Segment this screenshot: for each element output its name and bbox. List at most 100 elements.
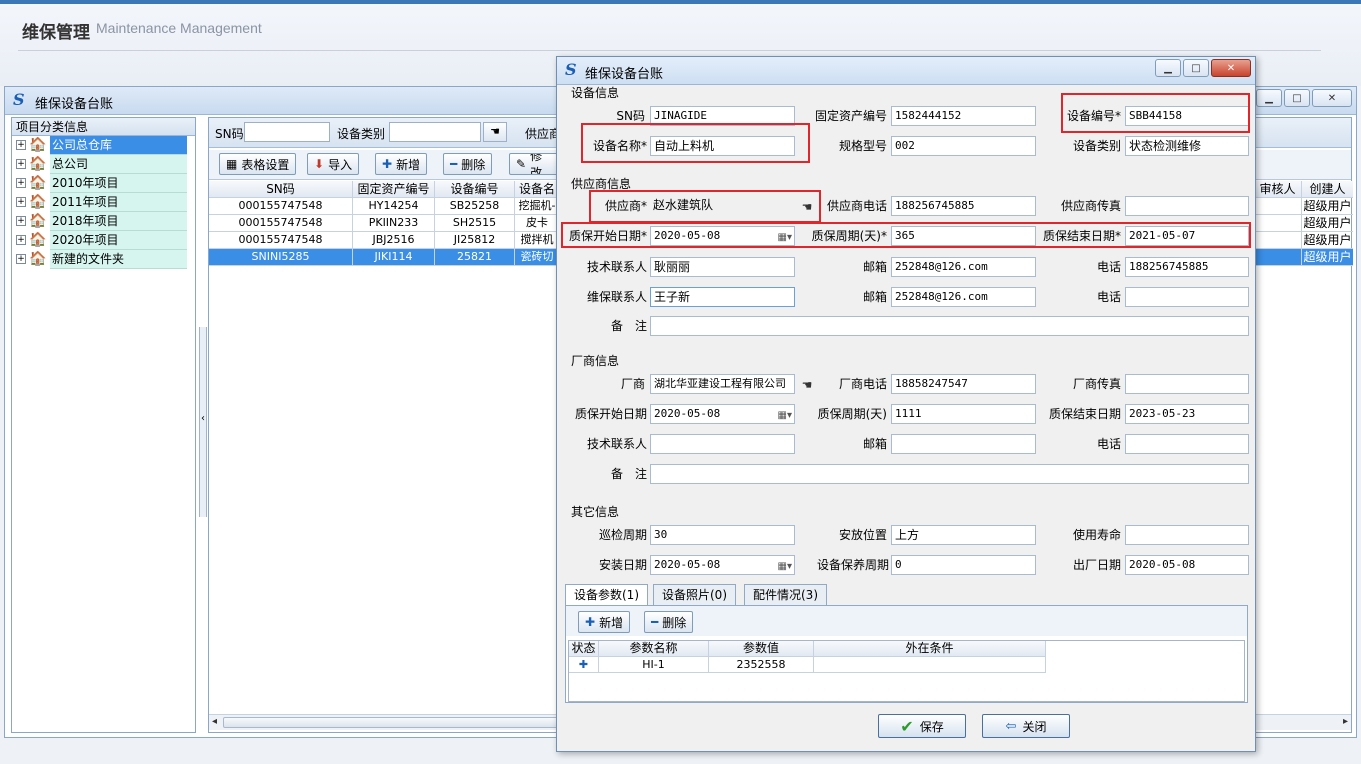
add-param-button[interactable]: ✚ 新增 — [578, 611, 631, 633]
dialog-close-button[interactable]: ⇦ 关闭 — [982, 714, 1070, 738]
mfr-warranty-end-input[interactable]: 2023-05-23 — [1125, 404, 1249, 424]
manufacturer-input[interactable]: 湖北华亚建设工程有限公司 — [650, 374, 795, 394]
table-row[interactable]: 000155747548 JBJ2516 JI25812 搅拌机 — [209, 232, 559, 249]
phone-input[interactable]: 188256745885 — [1125, 257, 1249, 277]
expand-icon[interactable]: + — [16, 197, 26, 207]
maint-contact-input[interactable]: 王子新 — [650, 287, 795, 307]
delete-button[interactable]: ━ 删除 — [443, 153, 493, 175]
expand-icon[interactable]: + — [16, 235, 26, 245]
tree-item[interactable]: + 🏠 总公司 — [12, 155, 195, 174]
table-row[interactable]: 000155747548 PKIIN233 SH2515 皮卡 — [209, 215, 559, 232]
device-name-input[interactable]: 自动上料机 — [650, 136, 795, 156]
warranty-period-input[interactable]: 365 — [891, 226, 1036, 246]
calendar-icon[interactable]: ▦▾ — [778, 407, 792, 423]
tree-item-label[interactable]: 2018年项目 — [50, 212, 187, 231]
tree-item-label[interactable]: 2011年项目 — [50, 193, 187, 212]
location-input[interactable]: 上方 — [891, 525, 1036, 545]
tree-item-label[interactable]: 2020年项目 — [50, 231, 187, 250]
email-input[interactable]: 252848@126.com — [891, 257, 1036, 277]
manufacturer-phone-input[interactable]: 18858247547 — [891, 374, 1036, 394]
tab-device-photos[interactable]: 设备照片(0) — [653, 584, 736, 606]
maint-cycle-input[interactable]: 0 — [891, 555, 1036, 575]
filter-type-input[interactable] — [389, 122, 481, 142]
manufacturer-fax-input[interactable] — [1125, 374, 1249, 394]
tree-item-label[interactable]: 总公司 — [50, 155, 187, 174]
pick-hand-icon[interactable]: ☚ — [483, 122, 507, 142]
inspect-cycle-input[interactable]: 30 — [650, 525, 795, 545]
filter-sn-input[interactable] — [244, 122, 330, 142]
column-header[interactable]: 固定资产编号 — [353, 181, 435, 198]
cell-code: SB25258 — [435, 198, 515, 215]
expand-icon[interactable]: + — [16, 159, 26, 169]
tree-item[interactable]: + 🏠 2011年项目 — [12, 193, 195, 212]
warranty-start-input[interactable]: 2020-05-08 ▦▾ — [650, 226, 795, 246]
remark-label: 备 注 — [610, 319, 647, 333]
device-type-input[interactable]: 状态检测维修 — [1125, 136, 1249, 156]
expand-icon[interactable]: + — [16, 140, 26, 150]
mfr-phone-input[interactable] — [1125, 434, 1249, 454]
column-header[interactable]: 审核人 — [1253, 181, 1301, 198]
supplier-input[interactable]: 赵水建筑队 — [650, 196, 795, 216]
tree-item-label[interactable]: 新建的文件夹 — [50, 250, 187, 269]
tree-item-label[interactable]: 2010年项目 — [50, 174, 187, 193]
supplier-fax-input[interactable] — [1125, 196, 1249, 216]
expand-icon[interactable]: + — [16, 178, 26, 188]
device-code-input[interactable]: SBB44158 — [1125, 106, 1249, 126]
column-header[interactable]: 设备编号 — [435, 181, 515, 198]
mfr-warranty-period-input[interactable]: 1111 — [891, 404, 1036, 424]
add-button[interactable]: ✚ 新增 — [375, 153, 428, 175]
table-row-selected[interactable]: SNINI5285 JIKI114 25821 瓷砖切 — [209, 249, 559, 266]
mfr-tech-contact-input[interactable] — [650, 434, 795, 454]
scroll-left-icon[interactable]: ◂ — [212, 716, 217, 727]
tree-item[interactable]: + 🏠 2018年项目 — [12, 212, 195, 231]
tab-device-params[interactable]: 设备参数(1) — [565, 584, 648, 607]
device-name-label: 设备名称* — [592, 139, 647, 153]
asset-number-input[interactable]: 1582444152 — [891, 106, 1036, 126]
save-button[interactable]: ✔ 保存 — [878, 714, 966, 738]
column-header[interactable]: 状态 — [569, 641, 599, 657]
calendar-icon[interactable]: ▦▾ — [778, 229, 792, 245]
service-life-input[interactable] — [1125, 525, 1249, 545]
column-header[interactable]: 创建人 — [1301, 181, 1353, 198]
factory-date-input[interactable]: 2020-05-08 — [1125, 555, 1249, 575]
table-row[interactable]: 000155747548 HY14254 SB25258 挖掘机- — [209, 198, 559, 215]
tree-item[interactable]: + 🏠 2020年项目 — [12, 231, 195, 250]
column-header[interactable]: 参数值 — [709, 641, 814, 657]
edit-button[interactable]: ✎ 修改 — [509, 153, 559, 175]
close-button[interactable]: ✕ — [1312, 89, 1352, 107]
expand-icon[interactable]: + — [16, 216, 26, 226]
install-date-input[interactable]: 2020-05-08 ▦▾ — [650, 555, 795, 575]
calendar-icon[interactable]: ▦▾ — [778, 558, 792, 574]
phone-input[interactable] — [1125, 287, 1249, 307]
scroll-right-icon[interactable]: ▸ — [1343, 716, 1348, 727]
mfr-warranty-start-input[interactable]: 2020-05-08 ▦▾ — [650, 404, 795, 424]
model-input[interactable]: 002 — [891, 136, 1036, 156]
tree-item-label[interactable]: 公司总仓库 — [50, 136, 187, 155]
expand-icon[interactable]: + — [16, 254, 26, 264]
maximize-button[interactable]: □ — [1284, 89, 1310, 107]
sn-input[interactable]: JINAGIDE — [650, 106, 795, 126]
maint-contact-label: 维保联系人 — [586, 290, 647, 304]
mfr-remark-input[interactable] — [650, 464, 1249, 484]
manufacturer-label: 厂商 — [620, 377, 645, 391]
import-button[interactable]: ⬇ 导入 — [307, 153, 360, 175]
tech-contact-input[interactable]: 耿丽丽 — [650, 257, 795, 277]
column-header[interactable]: 设备名 — [515, 181, 559, 198]
pane-splitter[interactable]: ‹ — [199, 327, 207, 517]
tree-item[interactable]: + 🏠 公司总仓库 — [12, 136, 195, 155]
supplier-phone-input[interactable]: 188256745885 — [891, 196, 1036, 216]
minimize-button[interactable]: ▁ — [1256, 89, 1282, 107]
email-input[interactable]: 252848@126.com — [891, 287, 1036, 307]
tab-accessories[interactable]: 配件情况(3) — [744, 584, 827, 606]
warranty-end-input[interactable]: 2021-05-07 — [1125, 226, 1249, 246]
table-settings-button[interactable]: ▦ 表格设置 — [219, 153, 297, 175]
tree-item[interactable]: + 🏠 新建的文件夹 — [12, 250, 195, 269]
column-header[interactable]: SN码 — [209, 181, 353, 198]
column-header[interactable]: 参数名称 — [599, 641, 709, 657]
collapse-left-icon[interactable]: ‹ — [200, 413, 206, 424]
mfr-email-input[interactable] — [891, 434, 1036, 454]
column-header[interactable]: 外在条件 — [814, 641, 1046, 657]
remark-input[interactable] — [650, 316, 1249, 336]
tree-item[interactable]: + 🏠 2010年项目 — [12, 174, 195, 193]
delete-param-button[interactable]: ━ 删除 — [644, 611, 694, 633]
